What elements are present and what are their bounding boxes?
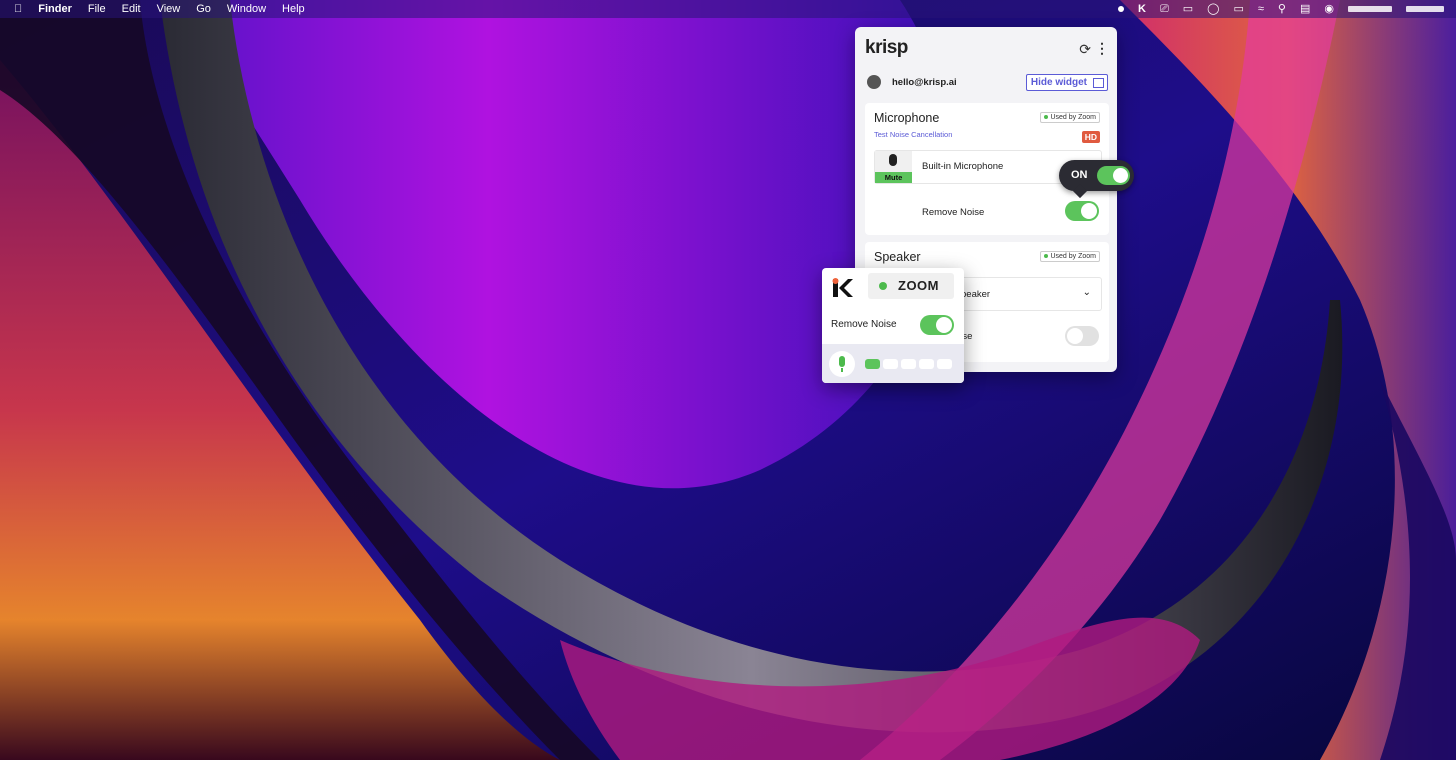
mini-mic-button[interactable]	[829, 351, 855, 377]
mic-used-by-text: Used by Zoom	[1050, 114, 1096, 121]
widget-icon	[1093, 78, 1104, 88]
more-options-icon[interactable]: ⋮	[1095, 40, 1109, 57]
speaker-device-name: peaker	[961, 289, 991, 300]
active-app-name: ZOOM	[898, 278, 939, 293]
toggle-knob	[936, 317, 952, 333]
meter-segment	[901, 359, 916, 369]
chevron-down-icon: ⌄	[1082, 287, 1091, 298]
menu-edit[interactable]: Edit	[122, 0, 141, 18]
battery-icon[interactable]: ▭	[1233, 0, 1243, 18]
meter-segment	[937, 359, 952, 369]
test-noise-cancellation-link[interactable]: Test Noise Cancellation	[874, 130, 952, 139]
mic-level-meter	[865, 359, 957, 369]
microphone-icon	[889, 154, 897, 166]
mic-remove-noise-label: Remove Noise	[922, 207, 985, 218]
speaker-title: Speaker	[874, 250, 921, 264]
status-tray: K ⎚ ▭ ◯ ▭ ≈ ⚲ ▤ ◉	[1117, 0, 1444, 18]
mic-remove-noise-toggle[interactable]	[1065, 201, 1099, 221]
spk-used-by-text: Used by Zoom	[1050, 253, 1096, 260]
meter-segment	[919, 359, 934, 369]
active-app-badge: ZOOM	[868, 273, 954, 299]
mic-used-by-badge: Used by Zoom	[1040, 112, 1100, 123]
menu-app-finder[interactable]: Finder	[38, 0, 72, 18]
desktop-wallpaper	[0, 0, 1456, 760]
mini-remove-noise-label: Remove Noise	[831, 319, 897, 330]
siri-icon[interactable]: ◉	[1324, 0, 1334, 18]
mute-label: Mute	[875, 172, 912, 183]
mini-remove-noise-toggle[interactable]	[920, 315, 954, 335]
control-center-icon[interactable]: ▤	[1300, 0, 1310, 18]
display-icon[interactable]: ▭	[1183, 0, 1193, 18]
krisp-logo: krisp	[865, 37, 908, 58]
toggle-knob	[1067, 328, 1083, 344]
microphone-title: Microphone	[874, 111, 940, 125]
menu-window[interactable]: Window	[227, 0, 266, 18]
microphone-device-name: Built-in Microphone	[922, 161, 1004, 172]
krisp-tray-icon[interactable]: K	[1138, 0, 1146, 18]
menu-file[interactable]: File	[88, 0, 106, 18]
microphone-icon	[839, 356, 845, 367]
mute-button[interactable]: Mute	[875, 151, 912, 183]
krisp-header: krisp ⟳ ⋮	[855, 27, 1117, 69]
meter-segment	[865, 359, 880, 369]
active-dot-icon	[879, 282, 887, 290]
on-label: ON	[1071, 169, 1088, 181]
spk-used-by-badge: Used by Zoom	[1040, 251, 1100, 262]
spk-remove-noise-toggle[interactable]	[1065, 326, 1099, 346]
mini-mic-strip	[822, 344, 964, 383]
status-dot-icon	[1044, 115, 1049, 120]
refresh-icon[interactable]: ⟳	[1079, 41, 1091, 58]
menu-bar:  Finder File Edit View Go Window Help K…	[0, 0, 1456, 18]
hd-badge: HD	[1081, 131, 1100, 143]
circle-icon[interactable]: ◯	[1207, 0, 1219, 18]
hide-widget-label: Hide widget	[1030, 77, 1087, 88]
user-email: hello@krisp.ai	[892, 77, 957, 88]
menu-view[interactable]: View	[157, 0, 181, 18]
meter-segment	[883, 359, 898, 369]
time-blurred[interactable]	[1406, 6, 1444, 12]
krisp-k-logo-icon	[832, 278, 853, 297]
clip-icon[interactable]: ⎚	[1160, 0, 1169, 18]
search-icon[interactable]: ⚲	[1278, 0, 1286, 18]
date-blurred[interactable]	[1348, 6, 1392, 12]
status-dot-icon	[1044, 254, 1049, 259]
hide-widget-button[interactable]: Hide widget	[1025, 74, 1108, 91]
wifi-icon[interactable]: ≈	[1258, 0, 1264, 18]
krisp-mini-widget: ZOOM Remove Noise	[822, 268, 964, 383]
microphone-stand	[841, 368, 843, 372]
on-toggle[interactable]	[1097, 166, 1130, 185]
toggle-knob	[1113, 168, 1128, 183]
apple-logo-icon[interactable]: 	[14, 3, 22, 15]
menu-go[interactable]: Go	[196, 0, 211, 18]
user-row: hello@krisp.ai Hide widget	[855, 69, 1117, 99]
on-indicator-tooltip: ON	[1059, 160, 1134, 199]
menu-help[interactable]: Help	[282, 0, 305, 18]
avatar[interactable]	[867, 75, 881, 89]
toggle-knob	[1081, 203, 1097, 219]
record-dot-icon[interactable]	[1117, 6, 1124, 12]
